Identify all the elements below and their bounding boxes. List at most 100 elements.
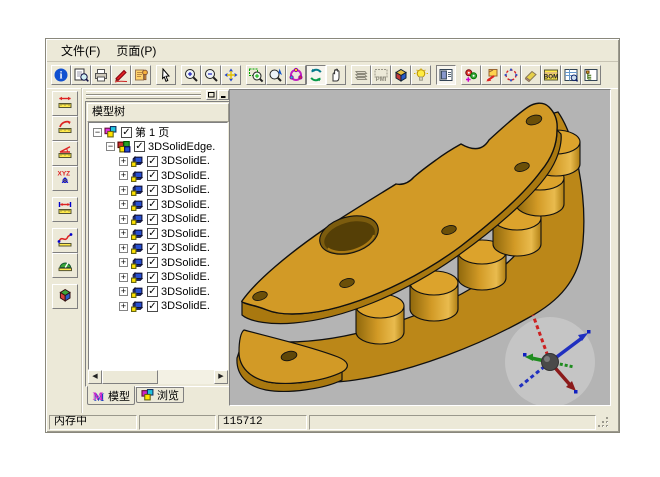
expand-toggle[interactable]: +	[119, 273, 128, 282]
tree-node-label[interactable]: 3DSolidE.	[161, 155, 210, 167]
expand-toggle[interactable]: +	[119, 171, 128, 180]
tree-row[interactable]: + ✓3DSolidE.	[89, 198, 227, 213]
side-section-view-button[interactable]	[52, 284, 78, 309]
toolbar-print-button[interactable]	[91, 65, 111, 85]
visibility-checkbox[interactable]: ✓	[147, 301, 158, 312]
panel-float-button[interactable]	[206, 90, 217, 100]
visibility-checkbox[interactable]: ✓	[147, 156, 158, 167]
expand-toggle[interactable]: +	[119, 302, 128, 311]
tree-row[interactable]: + ✓3DSolidE.	[89, 285, 227, 300]
toolbar-tree-list-button[interactable]	[581, 65, 601, 85]
expand-toggle[interactable]: +	[119, 215, 128, 224]
tree-node-label[interactable]: 3DSolidE.	[161, 242, 210, 254]
viewport-3d[interactable]	[229, 89, 611, 406]
scroll-track[interactable]	[158, 370, 214, 384]
visibility-checkbox[interactable]: ✓	[147, 170, 158, 181]
toolbar-pan-button[interactable]	[221, 65, 241, 85]
expand-toggle[interactable]: +	[119, 186, 128, 195]
tree-node-label[interactable]: 3DSolidE.	[161, 228, 210, 240]
visibility-checkbox[interactable]: ✓	[147, 185, 158, 196]
menu-page[interactable]: 页面(P)	[108, 40, 164, 61]
expand-toggle[interactable]: +	[119, 157, 128, 166]
side-measure-angle-button[interactable]	[52, 141, 78, 166]
tree-node-label[interactable]: 3DSolidE.	[161, 213, 210, 225]
tree-node-label[interactable]: 3DSolidE.	[161, 184, 210, 196]
tree-node-label[interactable]: 3DSolidE.	[161, 170, 210, 182]
toolbar-export-model-button[interactable]	[481, 65, 501, 85]
visibility-checkbox[interactable]: ✓	[147, 228, 158, 239]
expand-toggle[interactable]: +	[119, 200, 128, 209]
scroll-thumb[interactable]	[102, 370, 158, 384]
resize-grip[interactable]	[597, 416, 610, 429]
visibility-checkbox[interactable]: ✓	[121, 127, 132, 138]
menu-file[interactable]: 文件(F)	[53, 40, 108, 61]
toolbar-hand-pan-button[interactable]	[326, 65, 346, 85]
side-measure-gauge-button[interactable]	[52, 253, 78, 278]
toolbar-zoom-in-button[interactable]	[181, 65, 201, 85]
toolbar-pmi-button[interactable]: PMI	[371, 65, 391, 85]
tree-node-label[interactable]: 3DSolidEdge.	[148, 141, 215, 153]
side-measure-coordinate-button[interactable]: XYZ	[52, 166, 78, 191]
toolbar-rotate-button[interactable]	[306, 65, 326, 85]
expand-toggle[interactable]: +	[119, 287, 128, 296]
visibility-checkbox[interactable]: ✓	[147, 199, 158, 210]
tree-row[interactable]: − ✓3DSolidEdge.	[89, 140, 227, 155]
panel-grip-bar[interactable]	[85, 89, 231, 101]
tree-row[interactable]: + ✓3DSolidE.	[89, 227, 227, 242]
toolbar-select-cursor-button[interactable]	[156, 65, 176, 85]
tree-row[interactable]: − ✓第 1 页	[89, 125, 227, 140]
tree-node-label[interactable]: 3DSolidE.	[161, 257, 210, 269]
side-measure-arc-button[interactable]	[52, 116, 78, 141]
toolbar-settings-gears-button[interactable]	[461, 65, 481, 85]
toolbar-zoom-window-button[interactable]	[246, 65, 266, 85]
tree-row[interactable]: + ✓3DSolidE.	[89, 183, 227, 198]
tree-node-label[interactable]: 3DSolidE.	[161, 199, 210, 211]
toolbar-zoom-out-button[interactable]	[201, 65, 221, 85]
toolbar-open-preview-button[interactable]	[71, 65, 91, 85]
expand-toggle[interactable]: +	[119, 258, 128, 267]
side-measure-distance-button[interactable]	[52, 91, 78, 116]
expand-toggle[interactable]: +	[119, 229, 128, 238]
tree-node-label[interactable]: 3DSolidE.	[161, 286, 210, 298]
tree-row[interactable]: + ✓3DSolidE.	[89, 270, 227, 285]
side-measure-curve-button[interactable]	[52, 228, 78, 253]
viewport-canvas[interactable]	[230, 90, 610, 405]
side-measure-span-button[interactable]	[52, 197, 78, 222]
visibility-checkbox[interactable]: ✓	[147, 243, 158, 254]
toolbar-bom-button[interactable]: BOM	[541, 65, 561, 85]
toolbar-panel-toggle-button[interactable]	[436, 65, 456, 85]
expand-toggle[interactable]: −	[106, 142, 115, 151]
panel-hide-button[interactable]	[218, 90, 229, 100]
toolbar-markup-pen-button[interactable]	[111, 65, 131, 85]
tree-row[interactable]: + ✓3DSolidE.	[89, 212, 227, 227]
visibility-checkbox[interactable]: ✓	[147, 214, 158, 225]
toolbar-lighting-button[interactable]	[411, 65, 431, 85]
toolbar-report-table-button[interactable]	[561, 65, 581, 85]
expand-toggle[interactable]: +	[119, 244, 128, 253]
toolbar-info-about-button[interactable]: i	[51, 65, 71, 85]
toolbar-view-cube-button[interactable]	[391, 65, 411, 85]
tree-row[interactable]: + ✓3DSolidE.	[89, 154, 227, 169]
tree-row[interactable]: + ✓3DSolidE.	[89, 299, 227, 314]
tree-row[interactable]: + ✓3DSolidE.	[89, 256, 227, 271]
visibility-checkbox[interactable]: ✓	[134, 141, 145, 152]
tab-model[interactable]: MM 模型	[87, 386, 135, 405]
toolbar-zoom-select-button[interactable]	[266, 65, 286, 85]
tree-horizontal-scrollbar[interactable]: ◀ ▶	[88, 370, 228, 384]
tree-node-label[interactable]: 3DSolidE.	[161, 300, 210, 312]
tree-node-label[interactable]: 第 1 页	[135, 124, 169, 140]
toolbar-layers-button[interactable]	[351, 65, 371, 85]
toolbar-security-key-button[interactable]	[131, 65, 151, 85]
tree-row[interactable]: + ✓3DSolidE.	[89, 241, 227, 256]
scroll-left-arrow[interactable]: ◀	[88, 370, 102, 384]
orientation-ball[interactable]	[505, 315, 595, 405]
expand-toggle[interactable]: −	[93, 128, 102, 137]
toolbar-explode-button[interactable]	[501, 65, 521, 85]
scroll-right-arrow[interactable]: ▶	[214, 370, 228, 384]
toolbar-orbit-button[interactable]	[286, 65, 306, 85]
visibility-checkbox[interactable]: ✓	[147, 286, 158, 297]
tab-browse[interactable]: 浏览	[136, 387, 184, 403]
visibility-checkbox[interactable]: ✓	[147, 272, 158, 283]
visibility-checkbox[interactable]: ✓	[147, 257, 158, 268]
tree-node-label[interactable]: 3DSolidE.	[161, 271, 210, 283]
